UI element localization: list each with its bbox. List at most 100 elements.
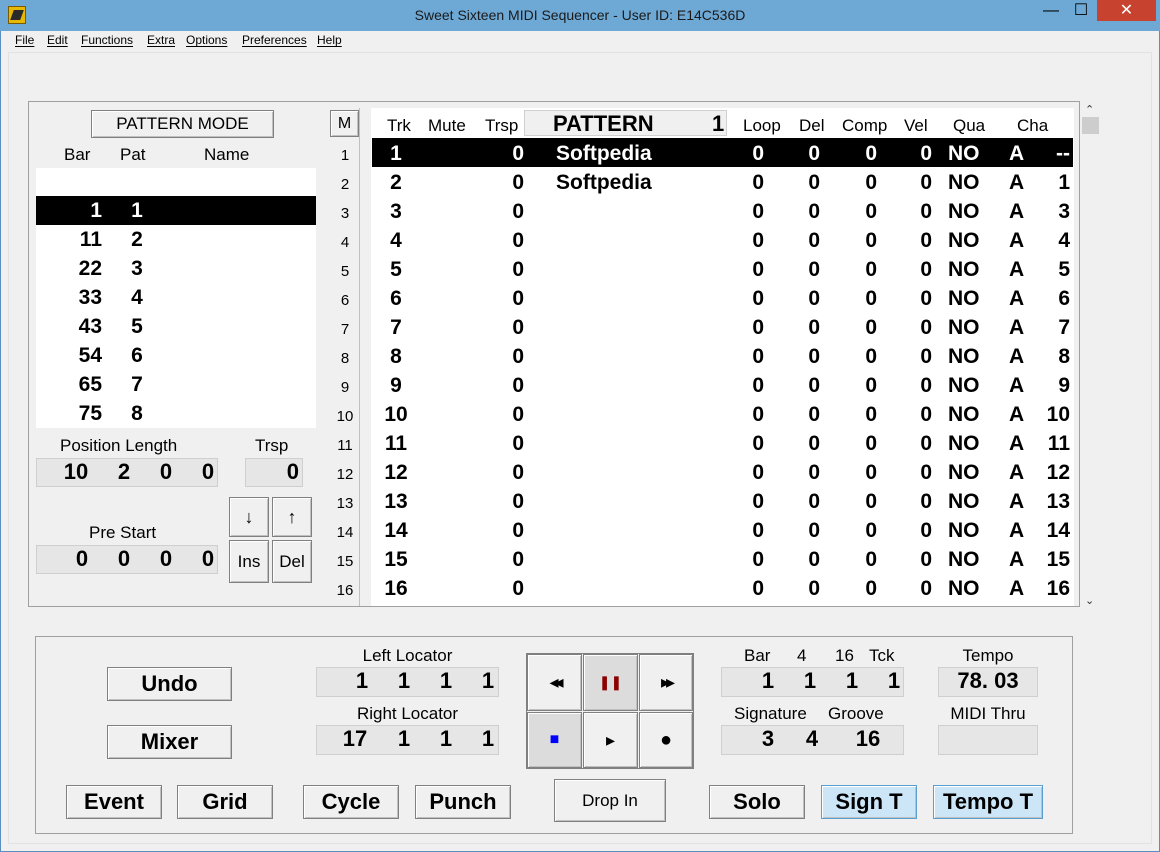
menu-edit[interactable]: Edit: [47, 33, 68, 47]
track-cell-comp[interactable]: 0: [855, 226, 877, 255]
track-cell-trk[interactable]: 6: [380, 284, 412, 313]
track-cell-a[interactable]: A: [1009, 342, 1029, 371]
undo-button[interactable]: Undo: [107, 667, 232, 701]
track-cell-del[interactable]: 0: [798, 226, 820, 255]
track-cell-trk[interactable]: 16: [380, 574, 412, 603]
track-cell-trk[interactable]: 11: [380, 429, 412, 458]
record-icon[interactable]: ●: [639, 712, 693, 768]
track-cell-comp[interactable]: 0: [855, 139, 877, 168]
close-button[interactable]: ✕: [1097, 0, 1156, 21]
track-cell-loop[interactable]: 0: [742, 139, 764, 168]
track-cell-name[interactable]: [556, 342, 676, 371]
track-cell-cha[interactable]: 5: [1040, 255, 1070, 284]
track-cell-name[interactable]: [556, 255, 676, 284]
track-cell-a[interactable]: A: [1009, 574, 1029, 603]
track-cell-loop[interactable]: 0: [742, 255, 764, 284]
track-cell-del[interactable]: 0: [798, 516, 820, 545]
track-cell-trsp[interactable]: 0: [490, 139, 524, 168]
track-cell-trsp[interactable]: 0: [490, 545, 524, 574]
track-cell-vel[interactable]: 0: [910, 168, 932, 197]
track-cell-name[interactable]: [556, 284, 676, 313]
track-cell-trsp[interactable]: 0: [490, 516, 524, 545]
track-cell-name[interactable]: [556, 516, 676, 545]
minimize-button[interactable]: —: [1036, 0, 1066, 21]
track-cell-a[interactable]: A: [1009, 371, 1029, 400]
track-cell-vel[interactable]: 0: [910, 516, 932, 545]
track-cell-trk[interactable]: 1: [380, 139, 412, 168]
track-cell-trsp[interactable]: 0: [490, 313, 524, 342]
track-cell-del[interactable]: 0: [798, 313, 820, 342]
track-cell-a[interactable]: A: [1009, 400, 1029, 429]
fast-forward-icon[interactable]: ▸▸: [639, 654, 693, 711]
track-cell-trk[interactable]: 2: [380, 168, 412, 197]
track-cell-cha[interactable]: --: [1040, 139, 1070, 168]
track-cell-cha[interactable]: 1: [1040, 168, 1070, 197]
track-cell-name[interactable]: [556, 429, 676, 458]
track-cell-trsp[interactable]: 0: [490, 574, 524, 603]
rewind-icon[interactable]: ◂◂: [527, 654, 582, 711]
track-cell-cha[interactable]: 9: [1040, 371, 1070, 400]
track-cell-vel[interactable]: 0: [910, 429, 932, 458]
scrollbar-thumb[interactable]: [1082, 117, 1099, 134]
track-cell-del[interactable]: 0: [798, 400, 820, 429]
menu-extra[interactable]: Extra: [147, 33, 175, 47]
scroll-down-arrow[interactable]: ⌄: [1085, 594, 1094, 607]
track-cell-trk[interactable]: 9: [380, 371, 412, 400]
punch-button[interactable]: Punch: [415, 785, 511, 819]
track-cell-comp[interactable]: 0: [855, 516, 877, 545]
track-cell-qua[interactable]: NO: [948, 545, 988, 574]
track-cell-trk[interactable]: 4: [380, 226, 412, 255]
track-cell-loop[interactable]: 0: [742, 313, 764, 342]
track-cell-loop[interactable]: 0: [742, 574, 764, 603]
track-cell-trsp[interactable]: 0: [490, 458, 524, 487]
track-cell-vel[interactable]: 0: [910, 255, 932, 284]
track-cell-cha[interactable]: 15: [1040, 545, 1070, 574]
track-cell-a[interactable]: A: [1009, 429, 1029, 458]
track-cell-trsp[interactable]: 0: [490, 197, 524, 226]
menu-functions[interactable]: Functions: [81, 33, 133, 47]
track-cell-comp[interactable]: 0: [855, 255, 877, 284]
track-cell-name[interactable]: [556, 313, 676, 342]
track-cell-qua[interactable]: NO: [948, 458, 988, 487]
track-cell-cha[interactable]: 6: [1040, 284, 1070, 313]
mixer-button[interactable]: Mixer: [107, 725, 232, 759]
track-cell-comp[interactable]: 0: [855, 168, 877, 197]
tempo-t-button[interactable]: Tempo T: [933, 785, 1043, 819]
mute-all-button[interactable]: M: [330, 110, 359, 137]
track-cell-vel[interactable]: 0: [910, 574, 932, 603]
track-cell-loop[interactable]: 0: [742, 226, 764, 255]
stop-icon[interactable]: ■: [527, 712, 582, 768]
track-cell-a[interactable]: A: [1009, 168, 1029, 197]
track-cell-loop[interactable]: 0: [742, 168, 764, 197]
track-cell-comp[interactable]: 0: [855, 487, 877, 516]
drop-in-button[interactable]: Drop In: [554, 779, 666, 822]
track-cell-vel[interactable]: 0: [910, 284, 932, 313]
track-cell-name[interactable]: [556, 458, 676, 487]
track-cell-a[interactable]: A: [1009, 516, 1029, 545]
track-cell-del[interactable]: 0: [798, 197, 820, 226]
track-cell-trk[interactable]: 15: [380, 545, 412, 574]
track-cell-loop[interactable]: 0: [742, 400, 764, 429]
track-cell-cha[interactable]: 16: [1040, 574, 1070, 603]
track-cell-trsp[interactable]: 0: [490, 342, 524, 371]
grid-button[interactable]: Grid: [177, 785, 273, 819]
track-cell-cha[interactable]: 14: [1040, 516, 1070, 545]
track-cell-name[interactable]: [556, 545, 676, 574]
track-cell-comp[interactable]: 0: [855, 284, 877, 313]
track-cell-name[interactable]: [556, 371, 676, 400]
midi-thru-field[interactable]: [938, 725, 1038, 755]
play-icon[interactable]: ▸: [583, 712, 638, 768]
track-cell-comp[interactable]: 0: [855, 197, 877, 226]
track-cell-trsp[interactable]: 0: [490, 284, 524, 313]
track-cell-loop[interactable]: 0: [742, 458, 764, 487]
track-cell-qua[interactable]: NO: [948, 197, 988, 226]
track-cell-qua[interactable]: NO: [948, 284, 988, 313]
track-cell-trk[interactable]: 7: [380, 313, 412, 342]
track-cell-comp[interactable]: 0: [855, 458, 877, 487]
track-cell-vel[interactable]: 0: [910, 139, 932, 168]
track-cell-vel[interactable]: 0: [910, 545, 932, 574]
track-cell-loop[interactable]: 0: [742, 342, 764, 371]
track-cell-a[interactable]: A: [1009, 545, 1029, 574]
track-cell-trsp[interactable]: 0: [490, 429, 524, 458]
track-cell-qua[interactable]: NO: [948, 371, 988, 400]
